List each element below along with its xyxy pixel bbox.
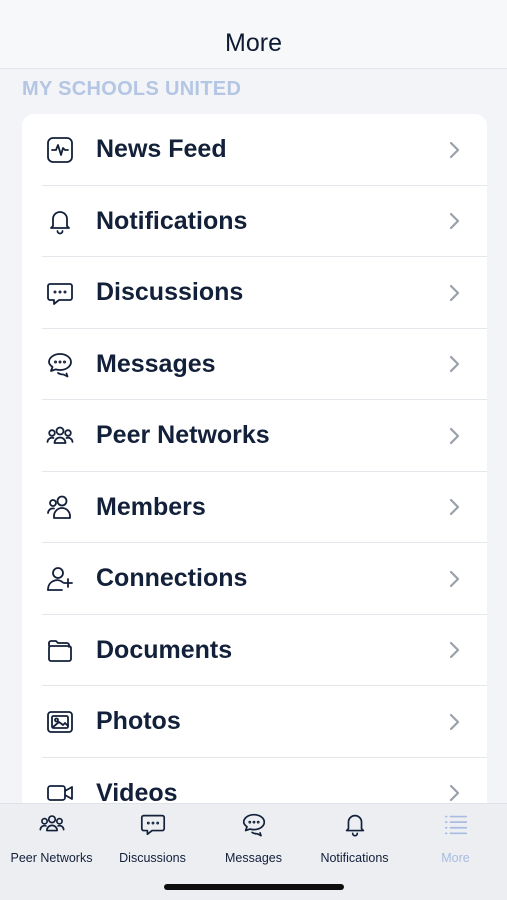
- photo-icon: [44, 706, 76, 738]
- messages-icon: [44, 348, 76, 380]
- menu-item-label: Connections: [96, 564, 248, 593]
- menu-item-label: News Feed: [96, 135, 227, 164]
- group-icon: [38, 810, 66, 843]
- bell-icon: [44, 205, 76, 237]
- tab-messages[interactable]: Messages: [203, 810, 304, 866]
- home-indicator[interactable]: [164, 884, 344, 890]
- chevron-right-icon: [447, 283, 461, 303]
- page-title: More: [225, 28, 282, 57]
- chevron-right-icon: [447, 569, 461, 589]
- menu-item-label: Peer Networks: [96, 421, 270, 450]
- folder-icon: [44, 634, 76, 666]
- chevron-right-icon: [447, 426, 461, 446]
- menu-item-label: Notifications: [96, 206, 248, 235]
- menu-item-peer-networks[interactable]: Peer Networks: [22, 400, 487, 472]
- group-icon: [44, 420, 76, 452]
- chevron-right-icon: [447, 783, 461, 803]
- top-bar: More: [0, 0, 507, 69]
- bell-icon: [341, 810, 369, 843]
- menu-list: News Feed Notifications Discussions Mess…: [22, 114, 487, 834]
- tab-label: Discussions: [119, 851, 186, 865]
- chevron-right-icon: [447, 211, 461, 231]
- menu-item-news-feed[interactable]: News Feed: [22, 114, 487, 186]
- chevron-right-icon: [447, 140, 461, 160]
- list-icon: [442, 810, 470, 843]
- menu-item-messages[interactable]: Messages: [22, 329, 487, 401]
- menu-item-documents[interactable]: Documents: [22, 615, 487, 687]
- menu-item-label: Members: [96, 492, 206, 521]
- menu-item-discussions[interactable]: Discussions: [22, 257, 487, 329]
- menu-item-label: Documents: [96, 635, 233, 664]
- menu-item-notifications[interactable]: Notifications: [22, 186, 487, 258]
- menu-item-connections[interactable]: Connections: [22, 543, 487, 615]
- tab-label: Notifications: [320, 851, 389, 865]
- chevron-right-icon: [447, 497, 461, 517]
- tab-label: More: [441, 851, 470, 865]
- menu-item-label: Discussions: [96, 278, 244, 307]
- chevron-right-icon: [447, 712, 461, 732]
- menu-item-label: Photos: [96, 707, 181, 736]
- tab-label: Messages: [225, 851, 282, 865]
- menu-item-photos[interactable]: Photos: [22, 686, 487, 758]
- tab-more[interactable]: More: [405, 810, 506, 866]
- menu-item-label: Messages: [96, 349, 216, 378]
- tab-label: Peer Networks: [10, 851, 93, 865]
- tab-peer-networks[interactable]: Peer Networks: [1, 810, 102, 866]
- add-user-icon: [44, 563, 76, 595]
- chat-bubble-icon: [139, 810, 167, 843]
- tab-discussions[interactable]: Discussions: [102, 810, 203, 866]
- news-feed-icon: [44, 134, 76, 166]
- tab-notifications[interactable]: Notifications: [304, 810, 405, 866]
- menu-item-members[interactable]: Members: [22, 472, 487, 544]
- chevron-right-icon: [447, 640, 461, 660]
- members-icon: [44, 491, 76, 523]
- messages-icon: [240, 810, 268, 843]
- chat-bubble-icon: [44, 277, 76, 309]
- chevron-right-icon: [447, 354, 461, 374]
- section-title: MY SCHOOLS UNITED: [22, 78, 242, 100]
